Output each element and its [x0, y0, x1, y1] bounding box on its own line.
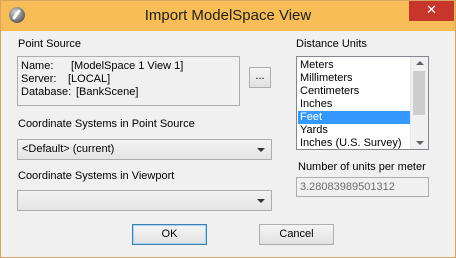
- scroll-up-icon[interactable]: [416, 61, 424, 65]
- cancel-button[interactable]: Cancel: [259, 224, 334, 245]
- units-per-meter-field: 3.28083989501312: [296, 177, 429, 197]
- list-item[interactable]: Inches (U.S. Survey): [298, 137, 426, 149]
- window-title: Import ModelSpace View: [144, 7, 312, 24]
- coord-source-value: <Default> (current): [22, 143, 115, 155]
- list-item-selected[interactable]: Feet: [298, 111, 426, 124]
- list-item[interactable]: Inches: [298, 98, 426, 111]
- point-source-heading: Point Source: [18, 38, 81, 50]
- list-scrollbar[interactable]: [410, 57, 428, 149]
- ok-button[interactable]: OK: [132, 224, 207, 245]
- distance-units-heading: Distance Units: [296, 38, 367, 50]
- distance-units-list[interactable]: Meters Millimeters Centimeters Inches Fe…: [296, 56, 429, 150]
- import-modelspace-dialog: Import ModelSpace View ✕ Point Source Na…: [0, 0, 456, 258]
- server-value: [LOCAL]: [68, 73, 111, 85]
- scroll-down-icon[interactable]: [416, 141, 424, 145]
- name-label: Name:: [21, 60, 54, 72]
- close-button[interactable]: ✕: [409, 1, 454, 21]
- scroll-thumb[interactable]: [413, 71, 425, 115]
- name-value: [ModelSpace 1 View 1]: [71, 60, 184, 72]
- list-item[interactable]: Meters: [298, 59, 426, 72]
- coord-viewport-heading: Coordinate Systems in Viewport: [18, 170, 175, 182]
- coord-viewport-select[interactable]: [17, 190, 272, 211]
- coord-source-select[interactable]: <Default> (current): [17, 139, 272, 160]
- database-value: [BankScene]: [76, 86, 139, 98]
- chevron-down-icon: [257, 148, 265, 152]
- coord-source-heading: Coordinate Systems in Point Source: [18, 118, 195, 130]
- title-bar[interactable]: Import ModelSpace View ✕: [1, 1, 455, 31]
- chevron-down-icon: [257, 199, 265, 203]
- units-per-meter-value: 3.28083989501312: [300, 181, 395, 193]
- units-per-meter-label: Number of units per meter: [298, 161, 426, 173]
- server-label: Server:: [21, 73, 57, 85]
- list-item[interactable]: Millimeters: [298, 72, 426, 85]
- point-source-info: Name: [ModelSpace 1 View 1] Server: [LOC…: [17, 56, 240, 106]
- browse-button[interactable]: ...: [249, 67, 271, 88]
- list-item[interactable]: Yards: [298, 124, 426, 137]
- database-label: Database:: [21, 86, 72, 98]
- list-item[interactable]: Centimeters: [298, 85, 426, 98]
